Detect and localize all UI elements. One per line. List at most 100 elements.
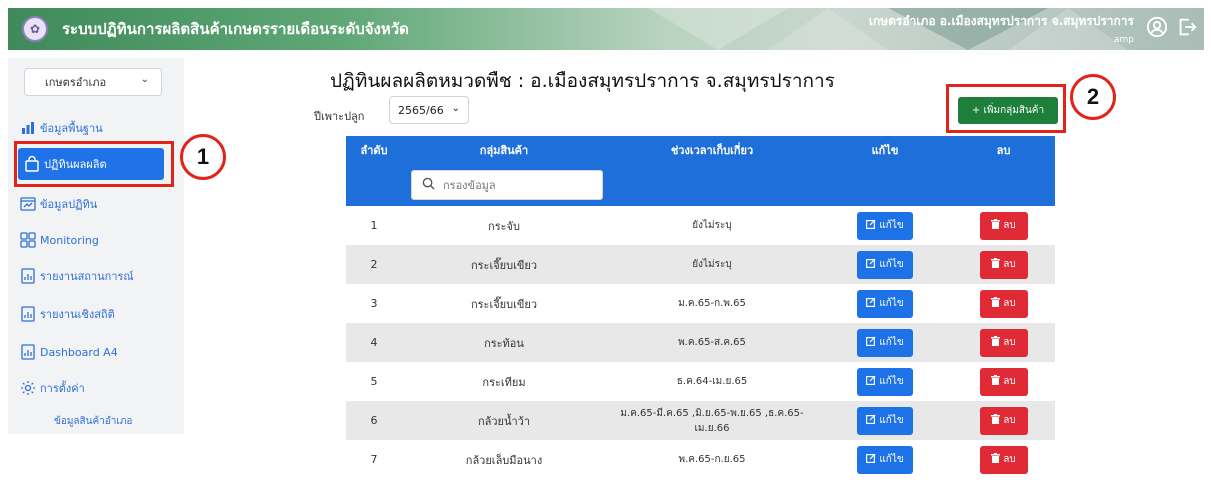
table-header: ลำดับ กลุ่มสินค้า ช่วงเวลาเก็บเกี่ยว แก้… xyxy=(346,136,1055,164)
delete-button[interactable]: ลบ xyxy=(979,289,1028,318)
delete-label: ลบ xyxy=(1003,376,1016,387)
sidebar-subitem-district-products[interactable]: ข้อมูลสินค้าอำเภอ xyxy=(54,414,132,429)
edit-label: แก้ไข xyxy=(879,376,904,387)
delete-label: ลบ xyxy=(1003,415,1016,426)
delete-button[interactable]: ลบ xyxy=(979,211,1028,240)
table-row: 6 กล้วยน้ำว้า ม.ค.65-มี.ค.65 ,มิ.ย.65-พ.ย.… xyxy=(346,401,1055,440)
edit-icon xyxy=(866,258,876,271)
sidebar-item-label: รายงานเชิงสถิติ xyxy=(40,308,115,321)
report-icon xyxy=(20,306,36,322)
sidebar-item-calendar-data[interactable]: ข้อมูลปฏิทิน xyxy=(14,188,164,220)
delete-button[interactable]: ลบ xyxy=(979,250,1028,279)
report-icon xyxy=(20,268,36,284)
sidebar-item-label: Monitoring xyxy=(40,233,99,247)
edit-button[interactable]: แก้ไข xyxy=(857,328,913,357)
edit-button[interactable]: แก้ไข xyxy=(857,250,913,279)
table-row: 4 กระท้อน พ.ค.65-ส.ค.65 แก้ไข ลบ xyxy=(346,323,1055,362)
table-row: 1 กระจับ ยังไม่ระบุ แก้ไข ลบ xyxy=(346,206,1055,245)
edit-label: แก้ไข xyxy=(879,415,904,426)
edit-button[interactable]: แก้ไข xyxy=(857,445,913,474)
cell-harvest-period: พ.ค.65-ส.ค.65 xyxy=(678,337,746,348)
user-info: เกษตรอำเภอ อ.เมืองสมุทรปราการ จ.สมุทรปรา… xyxy=(869,12,1134,45)
cell-harvest-period: พ.ค.65-ก.ย.65 xyxy=(678,454,746,465)
column-header-edit: แก้ไข xyxy=(871,144,899,157)
edit-button[interactable]: แก้ไข xyxy=(857,406,913,435)
sidebar-item-situation-report[interactable]: รายงานสถานการณ์ xyxy=(14,260,164,292)
delete-label: ลบ xyxy=(1003,298,1016,309)
column-header-delete: ลบ xyxy=(996,144,1011,157)
sidebar: เกษตรอำเภอ ⌄ ข้อมูลพื้นฐาน ปฏิทินผลผลิต … xyxy=(8,58,184,434)
filter-placeholder: กรองข้อมูล xyxy=(443,179,496,192)
cell-no: 3 xyxy=(370,297,378,310)
annotation-number-2: 2 xyxy=(1070,74,1116,120)
cell-no: 4 xyxy=(370,336,378,349)
delete-button[interactable]: ลบ xyxy=(979,406,1028,435)
sidebar-item-label: การตั้งค่า xyxy=(40,382,85,395)
annotation-number-1: 1 xyxy=(180,134,226,180)
gear-icon xyxy=(20,380,36,396)
annotation-box-1 xyxy=(14,141,174,187)
edit-icon xyxy=(866,453,876,466)
edit-button[interactable]: แก้ไข xyxy=(857,211,913,240)
sidebar-item-statistics-report[interactable]: รายงานเชิงสถิติ xyxy=(14,298,164,330)
sidebar-item-label: Dashboard A4 xyxy=(40,345,118,359)
cell-harvest-period: ยังไม่ระบุ xyxy=(692,220,732,231)
edit-label: แก้ไข xyxy=(879,454,904,465)
user-name: เกษตรอำเภอ อ.เมืองสมุทรปราการ จ.สมุทรปรา… xyxy=(868,14,1134,28)
grid-icon xyxy=(20,232,36,248)
cell-product-group: กล้วยเล็บมือนาง xyxy=(465,453,543,467)
sidebar-item-label: รายงานสถานการณ์ xyxy=(40,270,134,283)
calendar-chart-icon xyxy=(20,196,36,212)
season-label: ปีเพาะปลูก xyxy=(314,110,365,123)
edit-icon xyxy=(866,297,876,310)
cell-no: 5 xyxy=(370,375,378,388)
trash-icon xyxy=(991,336,1001,349)
column-header-no: ลำดับ xyxy=(360,144,388,157)
delete-button[interactable]: ลบ xyxy=(979,445,1028,474)
bar-chart-icon xyxy=(20,120,36,136)
table-filter-row: กรองข้อมูล xyxy=(346,164,1055,206)
cell-harvest-period: ยังไม่ระบุ xyxy=(692,259,732,270)
account-circle-icon[interactable] xyxy=(1144,16,1170,42)
cell-harvest-period: ธ.ค.64-เม.ย.65 xyxy=(676,376,748,387)
edit-label: แก้ไข xyxy=(879,298,904,309)
department-select-value: เกษตรอำเภอ xyxy=(45,76,107,89)
delete-label: ลบ xyxy=(1003,259,1016,270)
logout-icon[interactable] xyxy=(1174,16,1200,42)
department-select[interactable]: เกษตรอำเภอ ⌄ xyxy=(24,68,162,96)
trash-icon xyxy=(991,219,1001,232)
season-select-value: 2565/66 xyxy=(398,103,444,117)
search-icon xyxy=(422,177,435,194)
edit-button[interactable]: แก้ไข xyxy=(857,367,913,396)
delete-button[interactable]: ลบ xyxy=(979,367,1028,396)
season-select[interactable]: 2565/66 ⌄ xyxy=(389,96,469,124)
edit-icon xyxy=(866,375,876,388)
cell-product-group: กระเจี๊ยบเขียว xyxy=(470,297,537,311)
delete-label: ลบ xyxy=(1003,337,1016,348)
table-row: 7 กล้วยเล็บมือนาง พ.ค.65-ก.ย.65 แก้ไข ลบ xyxy=(346,440,1055,479)
cell-product-group: กระจับ xyxy=(488,219,520,233)
sidebar-item-settings[interactable]: การตั้งค่า xyxy=(14,372,164,404)
sidebar-item-dashboard-a4[interactable]: Dashboard A4 xyxy=(14,336,164,368)
cell-no: 1 xyxy=(370,219,378,232)
column-header-group: กลุ่มสินค้า xyxy=(479,144,529,157)
sidebar-item-basic-data[interactable]: ข้อมูลพื้นฐาน xyxy=(14,112,164,144)
header-decoration xyxy=(648,8,788,50)
cell-no: 2 xyxy=(370,258,378,271)
cell-no: 7 xyxy=(370,453,378,466)
sidebar-item-label: ข้อมูลปฏิทิน xyxy=(40,198,98,211)
edit-button[interactable]: แก้ไข xyxy=(857,289,913,318)
app-title: ระบบปฏิทินการผลิตสินค้าเกษตรรายเดือนระดั… xyxy=(62,20,409,38)
sidebar-item-label: ข้อมูลพื้นฐาน xyxy=(40,122,103,135)
filter-input[interactable]: กรองข้อมูล xyxy=(411,170,603,200)
edit-label: แก้ไข xyxy=(879,259,904,270)
table-row: 2 กระเจี๊ยบเขียว ยังไม่ระบุ แก้ไข ลบ xyxy=(346,245,1055,284)
table-row: 3 กระเจี๊ยบเขียว ม.ค.65-ก.พ.65 แก้ไข ลบ xyxy=(346,284,1055,323)
report-icon xyxy=(20,344,36,360)
delete-button[interactable]: ลบ xyxy=(979,328,1028,357)
edit-label: แก้ไข xyxy=(879,337,904,348)
delete-label: ลบ xyxy=(1003,454,1016,465)
sidebar-item-monitoring[interactable]: Monitoring xyxy=(14,224,164,256)
top-header: ✿ ระบบปฏิทินการผลิตสินค้าเกษตรรายเดือนระ… xyxy=(8,8,1204,50)
cell-product-group: กระเจี๊ยบเขียว xyxy=(470,258,537,272)
